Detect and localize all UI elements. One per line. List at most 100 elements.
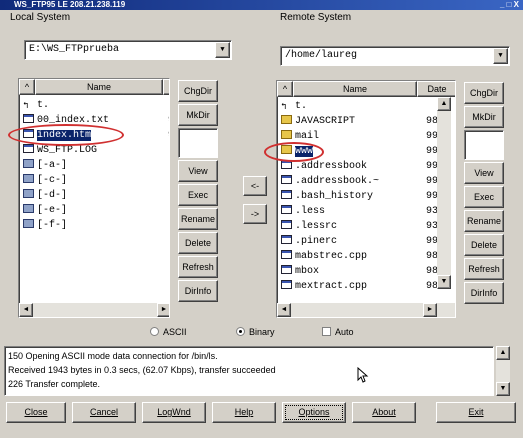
exit-button-label: Exit — [468, 407, 484, 417]
local-file-row[interactable]: ↰ t. — [23, 99, 49, 112]
close-button-label: Close — [24, 407, 48, 417]
local-file-row[interactable]: [-f-] — [23, 219, 67, 232]
remote-file-row[interactable]: mbox 981 — [281, 265, 444, 278]
log-window[interactable]: 150 Opening ASCII mode data connection f… — [4, 346, 494, 396]
remote-chgdir-button[interactable]: ChgDir — [464, 82, 504, 104]
remote-exec-button[interactable]: Exec — [464, 186, 504, 208]
local-horizontal-scrollbar[interactable]: ◄ ► — [19, 303, 169, 317]
log-line: Received 1943 bytes in 0.3 secs, (62.07 … — [8, 365, 276, 375]
remote-path-combo[interactable]: /home/laureg ▼ — [280, 46, 510, 66]
scroll-up-icon[interactable]: ▲ — [496, 346, 510, 360]
local-file-row[interactable]: [-e-] — [23, 204, 67, 217]
remote-file-row[interactable]: JAVASCRIPT 981 — [281, 115, 444, 128]
chevron-down-icon[interactable]: ▼ — [493, 48, 508, 64]
remote-dirinfo-button[interactable]: DirInfo — [464, 282, 504, 304]
cancel-button[interactable]: Cancel — [72, 402, 136, 423]
remote-file-name: .lessrc — [295, 221, 338, 232]
remote-file-row[interactable]: mail 990 — [281, 130, 444, 143]
local-name-column-header[interactable]: Name — [35, 79, 163, 95]
remote-name-column-header[interactable]: Name — [293, 81, 417, 97]
remote-file-name: mextract.cpp — [295, 281, 368, 292]
remote-vertical-scrollbar[interactable]: ▲ ▼ — [437, 97, 451, 289]
remote-file-row[interactable]: .lessrc 931 — [281, 220, 444, 233]
scroll-up-icon[interactable]: ▲ — [437, 97, 451, 111]
local-mkdir-button[interactable]: MkDir — [178, 104, 218, 126]
local-file-list[interactable]: ^ Name ↰t.00_index.txt9index.htm9WS_FTP.… — [18, 78, 170, 318]
remote-file-row[interactable]: .pinerc 990 — [281, 235, 444, 248]
scroll-right-icon[interactable]: ► — [423, 303, 437, 317]
logwnd-button[interactable]: LogWnd — [142, 402, 206, 423]
drive-icon — [23, 204, 34, 213]
local-size-column-header[interactable] — [163, 79, 169, 95]
remote-file-row[interactable]: .less 931 — [281, 205, 444, 218]
annotation-circle-www — [264, 142, 324, 162]
remote-file-row[interactable]: mextract.cpp 981 — [281, 280, 444, 293]
scroll-left-icon[interactable]: ◄ — [277, 303, 291, 317]
local-view-button[interactable]: View — [178, 160, 218, 182]
remote-file-name: .addressbook — [295, 161, 368, 172]
remote-file-row[interactable]: ↰ t. — [281, 100, 307, 113]
remote-delete-button[interactable]: Delete — [464, 234, 504, 256]
file-icon — [281, 250, 292, 259]
binary-radio[interactable]: Binary — [236, 327, 275, 337]
remote-rename-button[interactable]: Rename — [464, 210, 504, 232]
file-icon — [281, 190, 292, 199]
local-file-name: [-a-] — [37, 160, 68, 171]
close-button[interactable]: Close — [6, 402, 66, 423]
remote-mask-input[interactable] — [464, 130, 504, 160]
auto-checkbox[interactable]: Auto — [322, 327, 354, 337]
local-system-label: Local System — [10, 12, 71, 23]
remote-view-button[interactable]: View — [464, 162, 504, 184]
local-mask-input[interactable] — [178, 128, 218, 158]
chevron-down-icon[interactable]: ▼ — [215, 42, 230, 58]
annotation-circle-index — [8, 124, 124, 146]
log-vertical-scrollbar[interactable]: ▲ ▼ — [496, 346, 510, 396]
remote-date-column-header[interactable]: Date — [417, 81, 455, 97]
ascii-radio[interactable]: ASCII — [150, 327, 187, 337]
folder-icon — [281, 130, 292, 139]
local-rename-button[interactable]: Rename — [178, 208, 218, 230]
local-path-combo[interactable]: E:\WS_FTPprueba ▼ — [24, 40, 232, 60]
about-button[interactable]: About — [352, 402, 416, 423]
local-dirinfo-button[interactable]: DirInfo — [178, 280, 218, 302]
local-delete-button[interactable]: Delete — [178, 232, 218, 254]
scroll-right-icon[interactable]: ► — [157, 303, 169, 317]
auto-checkbox-box[interactable] — [322, 327, 331, 336]
scroll-left-icon[interactable]: ◄ — [19, 303, 33, 317]
download-arrow-button[interactable]: <- — [243, 176, 267, 196]
sort-up-arrow-icon[interactable]: ^ — [277, 81, 293, 97]
upload-arrow-button[interactable]: -> — [243, 204, 267, 224]
local-chgdir-button[interactable]: ChgDir — [178, 80, 218, 102]
remote-horizontal-scrollbar[interactable]: ◄ ► — [277, 303, 455, 317]
exit-button[interactable]: Exit — [436, 402, 516, 423]
window-controls[interactable]: _ □ X — [500, 0, 519, 10]
remote-file-name: mail — [295, 131, 320, 142]
local-file-name: [-f-] — [37, 220, 68, 231]
remote-mkdir-button[interactable]: MkDir — [464, 106, 504, 128]
options-button-label: Options — [298, 407, 330, 417]
local-file-row[interactable]: [-d-] — [23, 189, 67, 202]
remote-file-row[interactable]: .addressbook.~ 990 — [281, 175, 444, 188]
options-button[interactable]: Options — [282, 402, 346, 423]
sort-up-arrow-icon[interactable]: ^ — [19, 79, 35, 95]
drive-icon — [23, 174, 34, 183]
mouse-cursor-icon — [357, 367, 369, 383]
local-file-size: 9 — [168, 114, 169, 127]
local-file-row[interactable]: [-c-] — [23, 174, 67, 187]
remote-file-list[interactable]: ^ Name Date ↰ t. JAVASCRIPT 981 mail 990 www 99… — [276, 80, 456, 318]
scroll-down-icon[interactable]: ▼ — [437, 275, 451, 289]
scroll-down-icon[interactable]: ▼ — [496, 382, 510, 396]
binary-radio-indicator[interactable] — [236, 327, 245, 336]
local-refresh-button[interactable]: Refresh — [178, 256, 218, 278]
remote-file-name: .pinerc — [295, 236, 338, 247]
help-button[interactable]: Help — [212, 402, 276, 423]
ascii-radio-indicator[interactable] — [150, 327, 159, 336]
local-exec-button[interactable]: Exec — [178, 184, 218, 206]
file-icon — [281, 265, 292, 274]
remote-file-row[interactable]: .bash_history 990 — [281, 190, 444, 203]
remote-file-name: .less — [295, 206, 326, 217]
help-button-label: Help — [234, 407, 254, 417]
remote-file-row[interactable]: mabstrec.cpp 981 — [281, 250, 444, 263]
local-file-row[interactable]: [-a-] — [23, 159, 67, 172]
remote-refresh-button[interactable]: Refresh — [464, 258, 504, 280]
